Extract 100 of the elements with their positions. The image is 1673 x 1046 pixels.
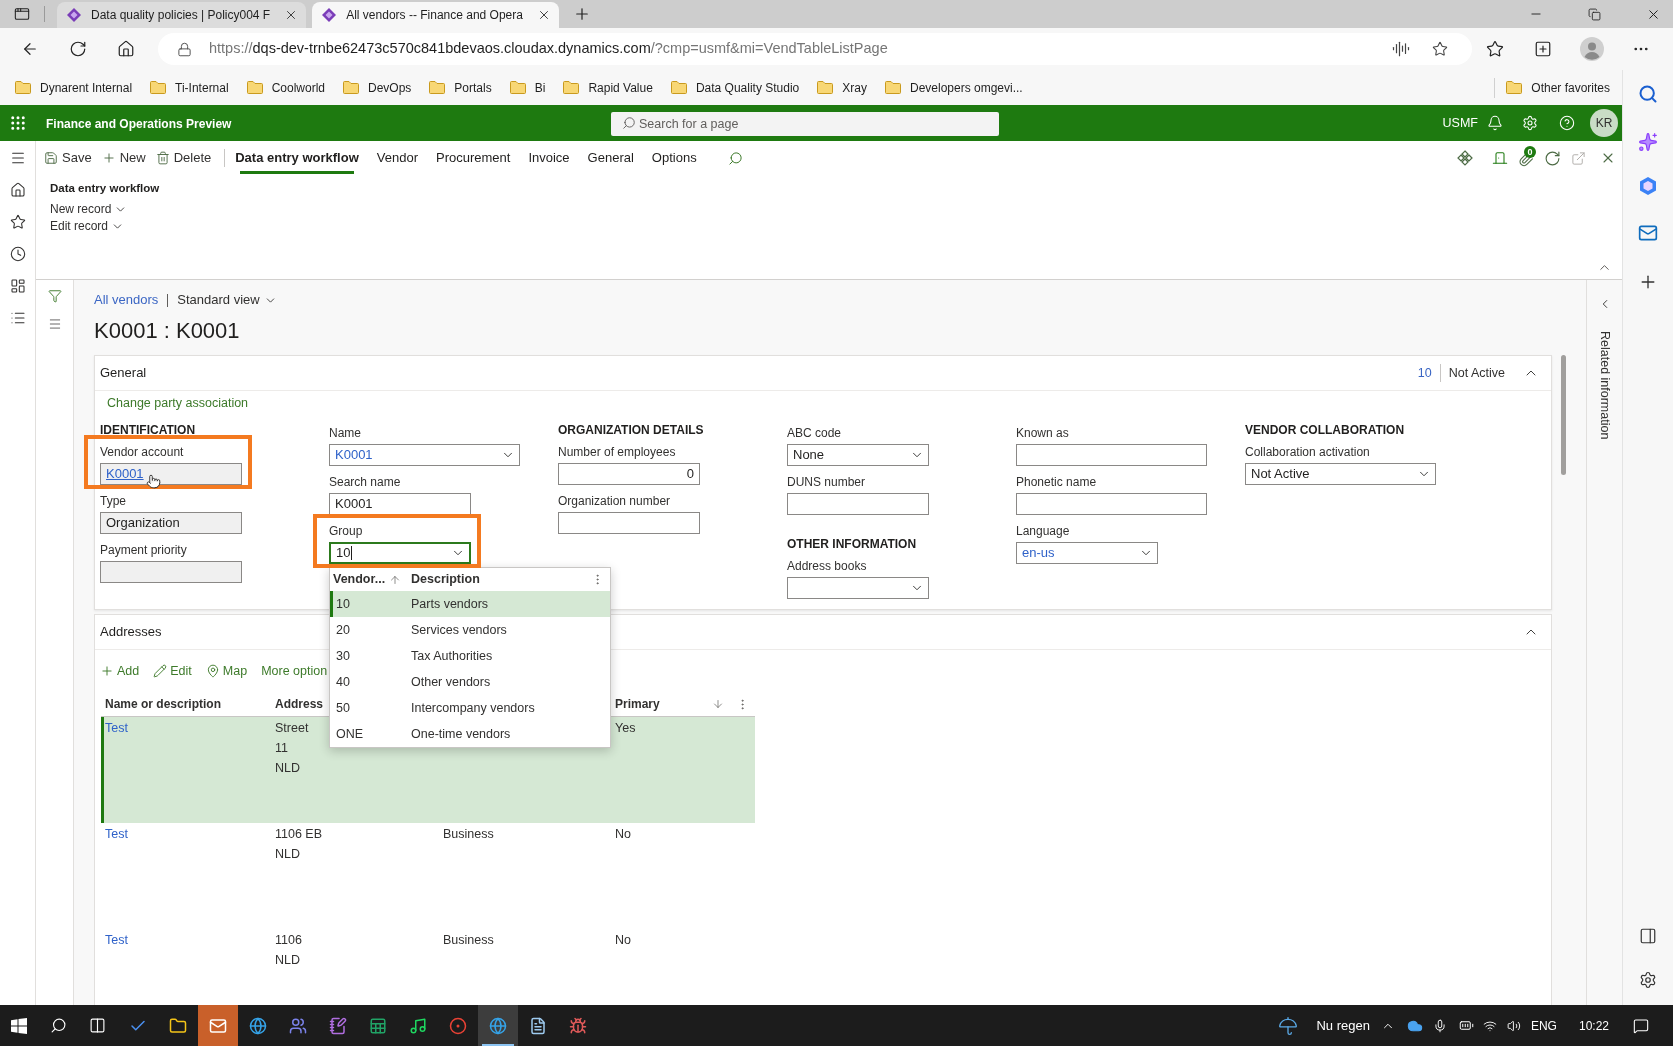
- search-icon[interactable]: [49, 1017, 67, 1034]
- dropdown-field[interactable]: [787, 577, 929, 599]
- browser-tab[interactable]: Data quality policies | Policy004 F: [57, 2, 307, 28]
- workspace-icon[interactable]: [9, 278, 26, 294]
- door-icon[interactable]: [1492, 150, 1508, 166]
- column-header[interactable]: Vendor...: [333, 570, 386, 589]
- input-field[interactable]: Organization: [100, 512, 242, 534]
- search-field[interactable]: Search for a page: [611, 112, 999, 136]
- volume-icon[interactable]: [1506, 1018, 1521, 1033]
- help-icon[interactable]: [1559, 115, 1575, 131]
- sidebar-toggle-icon[interactable]: [1639, 927, 1657, 945]
- ribbon-tab[interactable]: Vendor: [367, 141, 427, 175]
- diamond-grid-icon[interactable]: [1457, 150, 1473, 166]
- view-selector[interactable]: Standard view: [177, 292, 277, 308]
- input-field[interactable]: K0001: [100, 463, 242, 485]
- ribbon-tab[interactable]: Options: [642, 141, 706, 175]
- section-title[interactable]: General: [100, 363, 147, 383]
- task-view-icon[interactable]: [88, 1017, 106, 1034]
- input-field[interactable]: [1016, 493, 1207, 515]
- home-icon[interactable]: [117, 40, 135, 58]
- language-indicator[interactable]: ENG: [1530, 1016, 1557, 1035]
- list-icon[interactable]: [9, 310, 26, 326]
- avatar-icon[interactable]: [1580, 37, 1604, 61]
- clock-text[interactable]: 10:22: [1578, 1016, 1609, 1035]
- dropdown-field[interactable]: Not Active: [1245, 463, 1436, 485]
- change-party-link[interactable]: Change party association: [107, 395, 249, 411]
- audio-lines-icon[interactable]: [1392, 40, 1410, 58]
- lookup-row[interactable]: 20 Services vendors: [330, 617, 610, 643]
- name-link[interactable]: Test: [105, 721, 128, 735]
- bookmark-folder[interactable]: Bi: [509, 78, 546, 97]
- dropdown-field[interactable]: K0001: [329, 444, 520, 466]
- scrollbar-thumb[interactable]: [1560, 355, 1566, 475]
- dropdown-field[interactable]: 10: [329, 542, 471, 564]
- filter-icon[interactable]: [47, 289, 62, 303]
- name-link[interactable]: Test: [105, 933, 128, 947]
- section-title[interactable]: Addresses: [100, 622, 162, 642]
- bookmark-folder[interactable]: Portals: [429, 78, 492, 97]
- name-link[interactable]: Test: [105, 827, 128, 841]
- bookmark-folder[interactable]: DevOps: [343, 78, 412, 97]
- bookmark-folder[interactable]: Rapid Value: [563, 78, 653, 97]
- lookup-row[interactable]: 30 Tax Authorities: [330, 643, 610, 669]
- weather-text[interactable]: Nu regen: [1316, 1015, 1370, 1036]
- lookup-row[interactable]: ONE One-time vendors: [330, 721, 610, 747]
- battery-icon[interactable]: [1458, 1018, 1474, 1033]
- bookmark-folder[interactable]: Xray: [817, 78, 867, 97]
- hexagon-icon[interactable]: [1638, 176, 1658, 196]
- ribbon-tab[interactable]: Data entry workflow: [226, 141, 368, 175]
- favorite-star-icon[interactable]: [1432, 41, 1448, 57]
- dropdown-field[interactable]: en-us: [1016, 542, 1158, 564]
- ribbon-tab[interactable]: Procurement: [426, 141, 520, 175]
- input-field[interactable]: K0001: [329, 493, 471, 515]
- input-field[interactable]: [100, 561, 242, 583]
- company-code[interactable]: USMF: [1442, 113, 1478, 133]
- column-header[interactable]: Primary: [615, 695, 660, 713]
- star-icon[interactable]: [9, 214, 26, 230]
- wifi-icon[interactable]: [1482, 1018, 1497, 1033]
- bookmark-folder[interactable]: Ti-Internal: [150, 78, 229, 97]
- ribbon-tab[interactable]: General: [578, 141, 643, 175]
- bookmark-folder[interactable]: Developers omgevi...: [884, 78, 1023, 97]
- more-options-button[interactable]: More option: [261, 661, 328, 681]
- input-field[interactable]: [787, 493, 929, 515]
- map-button[interactable]: Map: [205, 661, 248, 681]
- bookmark-folder[interactable]: Dynarent Internal: [15, 78, 133, 97]
- edit-button[interactable]: Edit: [153, 661, 192, 681]
- browser-tab[interactable]: All vendors -- Finance and Opera: [312, 2, 559, 28]
- new-button[interactable]: New: [97, 145, 150, 171]
- menu-button[interactable]: Edit record: [50, 218, 125, 235]
- microphone-icon[interactable]: [1432, 1018, 1447, 1033]
- bookmark-folder[interactable]: Other favorites: [1506, 78, 1610, 97]
- app-launcher-icon[interactable]: [9, 114, 27, 132]
- ribbon-tab[interactable]: Invoice: [519, 141, 579, 175]
- delete-button[interactable]: Delete: [151, 145, 216, 171]
- save-button[interactable]: Save: [40, 145, 96, 171]
- column-header[interactable]: Description: [411, 570, 480, 589]
- lookup-row[interactable]: 40 Other vendors: [330, 669, 610, 695]
- summary-link[interactable]: 10: [1417, 363, 1432, 383]
- settings-icon[interactable]: [1639, 971, 1657, 989]
- column-header[interactable]: Address: [275, 695, 324, 713]
- clock-icon[interactable]: [9, 246, 26, 262]
- four-panes-icon[interactable]: [11, 1017, 27, 1034]
- column-header[interactable]: Name or description: [105, 695, 222, 713]
- breadcrumb-link[interactable]: All vendors: [94, 292, 159, 308]
- address-bar[interactable]: https://dqs-dev-trnbe62473c570c841bdevaos.cloudax.dynamics.com/?cmp=usmf&mi=VendTableListPage: [158, 33, 1472, 65]
- taskbar-button[interactable]: [478, 1005, 518, 1046]
- restore-icon[interactable]: [1588, 7, 1601, 21]
- collections-icon[interactable]: [1534, 40, 1552, 58]
- bookmark-folder[interactable]: Coolworld: [246, 78, 325, 97]
- input-field[interactable]: [1016, 444, 1207, 466]
- user-avatar[interactable]: KR: [1590, 109, 1618, 137]
- lookup-row[interactable]: 50 Intercompany vendors: [330, 695, 610, 721]
- add-button[interactable]: Add: [100, 661, 140, 681]
- mail-icon[interactable]: [1638, 223, 1658, 243]
- window-icon[interactable]: [14, 6, 30, 22]
- input-field[interactable]: 0: [558, 463, 700, 485]
- back-icon[interactable]: [21, 40, 39, 58]
- pane-title[interactable]: Related information: [1595, 331, 1614, 440]
- bookmark-folder[interactable]: Data Quality Studio: [670, 78, 800, 97]
- home-icon[interactable]: [9, 182, 26, 198]
- lookup-row[interactable]: 10 Parts vendors: [330, 591, 610, 617]
- notifications-icon[interactable]: [1633, 1017, 1649, 1034]
